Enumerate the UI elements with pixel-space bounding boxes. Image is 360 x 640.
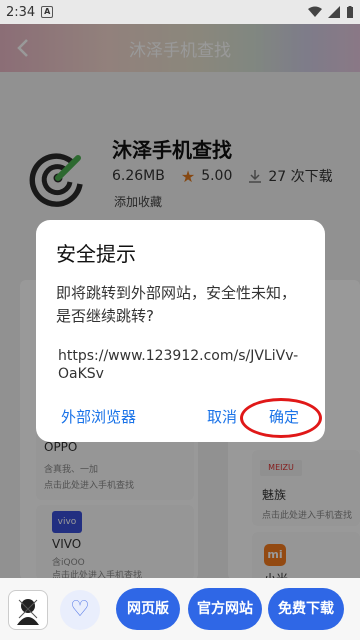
free-download-button[interactable]: 免费下载: [268, 588, 344, 630]
heart-icon: ♡: [70, 597, 90, 622]
status-time: 2:34: [6, 4, 36, 20]
battery-icon: [347, 5, 353, 18]
signal-icon: [328, 6, 340, 18]
highlight-ring: [240, 398, 322, 438]
status-bar: 2:34 A: [0, 0, 360, 24]
cancel-button[interactable]: 取消: [207, 406, 237, 427]
favorite-heart-button[interactable]: ♡: [60, 590, 100, 630]
wifi-icon: [308, 6, 322, 17]
app-notification-icon: A: [41, 6, 54, 18]
open-external-browser-button[interactable]: 外部浏览器: [61, 406, 136, 427]
dialog-url: https://www.123912.com/s/JVLiVv-OaKSv: [58, 348, 299, 382]
avatar[interactable]: [8, 590, 48, 630]
dialog-message: 即将跳转到外部网站，安全性未知，是否继续跳转?: [56, 284, 297, 325]
dialog-title: 安全提示: [56, 242, 136, 266]
official-site-button[interactable]: 官方网站: [188, 588, 262, 630]
web-version-button[interactable]: 网页版: [116, 588, 180, 630]
